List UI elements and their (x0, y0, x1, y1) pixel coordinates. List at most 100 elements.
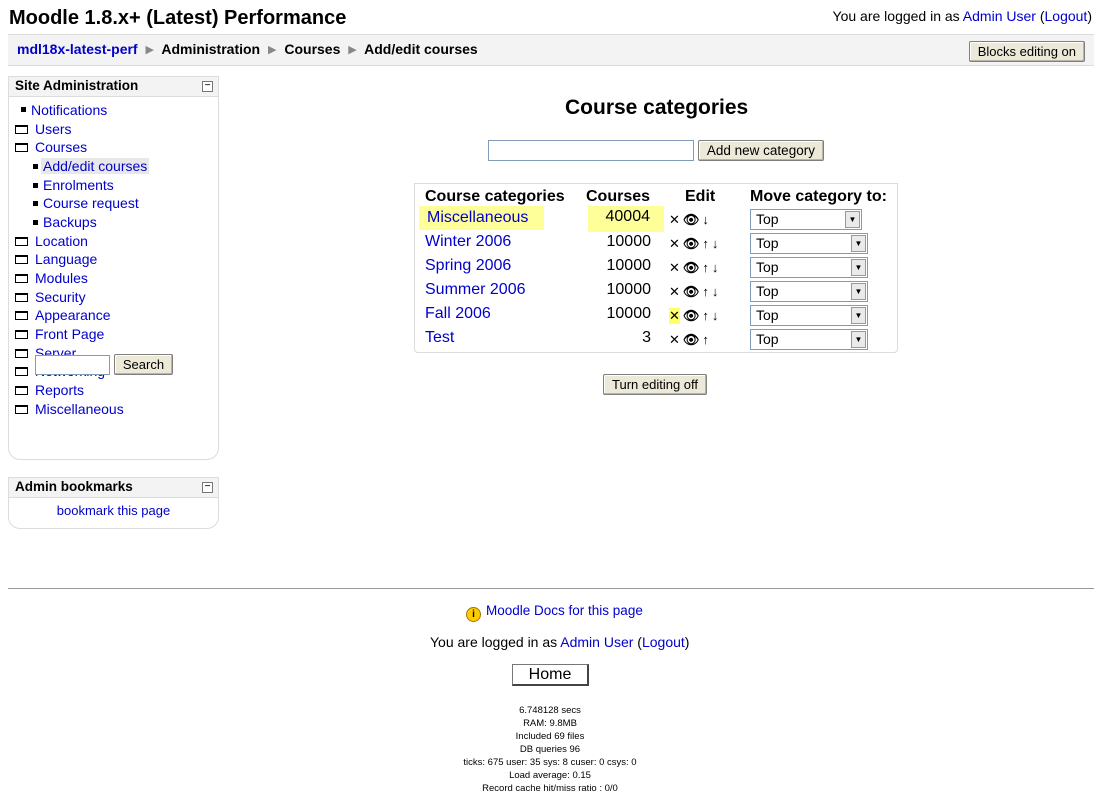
sidebar-item-label[interactable]: Security (35, 289, 86, 305)
moodle-docs-link[interactable]: Moodle Docs for this page (486, 603, 643, 618)
sidebar-item-label[interactable]: Modules (35, 270, 88, 286)
move-down-icon[interactable]: ↓ (712, 260, 719, 275)
table-row: Test 3 ✕ 👁 ↑ Top ▼ (415, 328, 897, 352)
admin-search-button[interactable]: Search (113, 354, 174, 375)
delete-icon[interactable]: ✕ (669, 284, 680, 300)
move-category-select[interactable]: Top ▼ (750, 305, 868, 326)
table-row: Fall 2006 10000 ✕ 👁 ↑ ↓ Top ▼ (415, 304, 897, 328)
course-count: 10000 (606, 257, 652, 274)
delete-icon[interactable]: ✕ (669, 212, 680, 228)
folder-icon (15, 386, 28, 395)
bookmark-container: bookmark this page (9, 498, 218, 518)
category-link[interactable]: Test (425, 329, 454, 347)
chevron-down-icon[interactable]: ▼ (845, 211, 860, 228)
show-icon[interactable]: 👁 (683, 308, 700, 324)
move-category-select[interactable]: Top ▼ (750, 329, 868, 350)
sidebar-item-label[interactable]: Language (35, 251, 97, 267)
move-category-value: Top (756, 235, 779, 251)
course-count: 10000 (606, 281, 652, 298)
bullet-icon (33, 201, 38, 206)
show-icon[interactable]: 👁 (683, 260, 700, 276)
sidebar-item-label[interactable]: Notifications (31, 102, 107, 118)
chevron-down-icon[interactable]: ▼ (851, 259, 866, 276)
course-count: 10000 (606, 233, 652, 250)
user-link[interactable]: Admin User (560, 634, 633, 650)
chevron-down-icon[interactable]: ▼ (851, 283, 866, 300)
show-icon[interactable]: 👁 (683, 332, 700, 348)
show-icon[interactable]: 👁 (683, 284, 700, 300)
table-row: Summer 2006 10000 ✕ 👁 ↑ ↓ Top ▼ (415, 280, 897, 304)
perf-line: Included 69 files (515, 731, 585, 742)
move-category-value: Top (756, 259, 779, 275)
sidebar-item-label[interactable]: Location (35, 233, 88, 249)
move-up-icon[interactable]: ↑ (702, 260, 709, 275)
delete-icon[interactable]: ✕ (669, 332, 680, 348)
category-link[interactable]: Fall 2006 (425, 305, 491, 323)
chevron-down-icon[interactable]: ▼ (851, 307, 866, 324)
admin-search-input[interactable] (35, 355, 110, 376)
move-down-icon[interactable]: ↓ (712, 236, 719, 251)
folder-icon (15, 293, 28, 302)
chevron-down-icon[interactable]: ▼ (851, 235, 866, 252)
bookmark-page-link[interactable]: bookmark this page (57, 503, 170, 518)
breadcrumb-separator: ▶ (268, 44, 277, 56)
perf-line: RAM: 9.8MB (523, 718, 577, 729)
move-down-icon[interactable]: ↓ (702, 212, 709, 227)
move-category-value: Top (756, 331, 779, 347)
folder-icon (15, 311, 28, 320)
sidebar-item-label[interactable]: Front Page (35, 326, 104, 342)
collapse-icon[interactable]: − (202, 482, 213, 493)
category-link[interactable]: Summer 2006 (425, 281, 526, 299)
delete-icon[interactable]: ✕ (669, 308, 680, 324)
sidebar-item-label[interactable]: Backups (43, 214, 97, 230)
breadcrumb-administration: Administration (161, 41, 261, 57)
sidebar-item-label[interactable]: Users (35, 121, 72, 137)
folder-open-icon (15, 143, 28, 152)
collapse-icon[interactable]: − (202, 81, 213, 92)
sidebar-item-label[interactable]: Course request (43, 195, 139, 211)
breadcrumb-current: Add/edit courses (364, 41, 478, 57)
chevron-down-icon[interactable]: ▼ (851, 331, 866, 348)
sidebar-item-label[interactable]: Add/edit courses (41, 158, 150, 174)
delete-icon[interactable]: ✕ (669, 260, 680, 276)
sidebar-item-label[interactable]: Reports (35, 382, 84, 398)
show-icon[interactable]: 👁 (683, 236, 700, 252)
category-link[interactable]: Spring 2006 (425, 257, 511, 275)
delete-icon[interactable]: ✕ (669, 236, 680, 252)
new-category-input[interactable] (488, 140, 694, 161)
move-up-icon[interactable]: ↑ (702, 308, 709, 323)
login-prefix: You are logged in as (430, 634, 561, 650)
page-title: Course categories (565, 96, 749, 119)
edit-icons: ✕ 👁 ↑ ↓ (669, 308, 721, 324)
home-button[interactable]: Home (512, 664, 589, 686)
sidebar-item-label[interactable]: Miscellaneous (35, 401, 124, 417)
breadcrumb: mdl18x-latest-perf ▶ Administration ▶ Co… (17, 41, 478, 57)
move-up-icon[interactable]: ↑ (702, 236, 709, 251)
breadcrumb-site[interactable]: mdl18x-latest-perf (17, 41, 138, 57)
logout-link[interactable]: Logout (642, 634, 685, 650)
turn-editing-off-button[interactable]: Turn editing off (603, 374, 707, 395)
blocks-editing-button[interactable]: Blocks editing on (968, 41, 1085, 62)
move-category-select[interactable]: Top ▼ (750, 281, 868, 302)
sidebar-item-label[interactable]: Enrolments (43, 177, 114, 193)
sidebar-item-label[interactable]: Courses (35, 139, 87, 155)
show-icon[interactable]: 👁 (683, 212, 700, 228)
logout-link[interactable]: Logout (1045, 8, 1088, 24)
move-up-icon[interactable]: ↑ (702, 332, 709, 347)
user-link[interactable]: Admin User (963, 8, 1036, 24)
category-link[interactable]: Winter 2006 (425, 233, 511, 251)
category-link[interactable]: Miscellaneous (419, 206, 545, 230)
edit-icons: ✕ 👁 ↑ ↓ (669, 284, 721, 300)
move-down-icon[interactable]: ↓ (712, 308, 719, 323)
add-category-button[interactable]: Add new category (697, 140, 824, 161)
move-category-select[interactable]: Top ▼ (750, 209, 862, 230)
move-category-select[interactable]: Top ▼ (750, 257, 868, 278)
move-up-icon[interactable]: ↑ (702, 284, 709, 299)
site-admin-header: Site Administration − (9, 77, 218, 97)
move-down-icon[interactable]: ↓ (712, 284, 719, 299)
admin-bookmarks-header: Admin bookmarks − (9, 478, 218, 498)
perf-line: 6.748128 secs (519, 705, 581, 716)
sidebar-item-label[interactable]: Appearance (35, 307, 111, 323)
column-header-edit: Edit (685, 188, 716, 205)
move-category-select[interactable]: Top ▼ (750, 233, 868, 254)
